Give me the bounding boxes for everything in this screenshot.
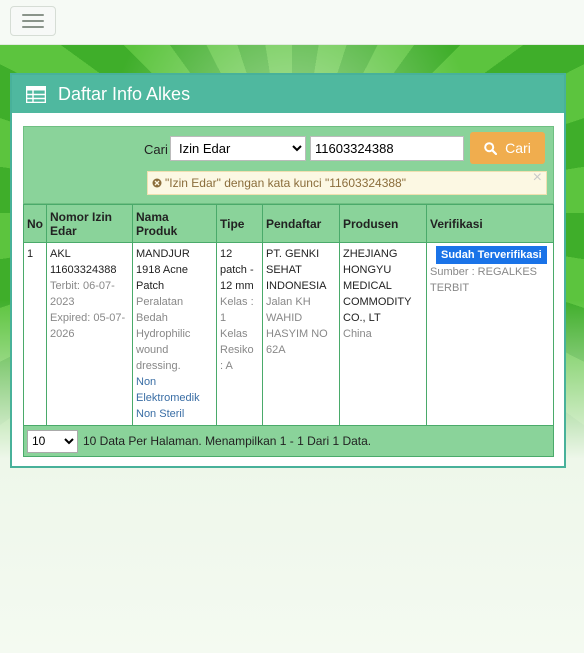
search-input[interactable] [310,136,464,161]
panel-title: Daftar Info Alkes [58,83,191,104]
alkes-table: No Nomor Izin Edar Nama Produk Tipe Pend… [23,204,554,426]
cell-nama-produk: MANDJUR 1918 Acne Patch Peralatan Bedah … [132,242,217,426]
search-button-label: Cari [505,140,531,156]
table-icon [26,85,46,103]
search-label: Cari [144,142,168,157]
pagination-bar: 10 10 Data Per Halaman. Menampilkan 1 - … [23,426,554,457]
expired-date: Expired: 05-07-2026 [50,312,126,340]
status-badge: Sudah Terverifikasi [436,246,547,264]
cell-produsen: ZHEJIANG HONGYU MEDICAL COMMODITY CO., L… [339,242,427,426]
registrant-address: Jalan KH WAHID HASYIM NO 62A [266,296,328,356]
terbit-date: Terbit: 06-07-2023 [50,280,115,308]
search-button[interactable]: Cari [470,132,545,164]
cell-tipe: 12 patch - 12 mm Kelas : 1 Kelas Resiko … [216,242,263,426]
close-alert-icon[interactable]: × [533,169,542,187]
hamburger-line [22,14,44,16]
product-description: Peralatan Bedah Hydrophilic wound dressi… [136,296,191,372]
panel-header: Daftar Info Alkes [12,75,564,113]
manufacturer-name: ZHEJIANG HONGYU MEDICAL COMMODITY CO., L… [343,248,412,324]
top-navbar [0,0,584,45]
col-header-tipe: Tipe [216,204,263,243]
product-class: Kelas : 1 [220,296,254,324]
col-header-no: No [23,204,47,243]
manufacturer-country: China [343,328,372,340]
pagination-summary: 10 Data Per Halaman. Menampilkan 1 - 1 D… [83,434,372,448]
col-header-verifikasi: Verifikasi [426,204,554,243]
menu-toggle-button[interactable] [10,6,56,36]
product-name: MANDJUR 1918 Acne Patch [136,248,190,292]
table-row: 1 AKL 11603324388 Terbit: 06-07-2023 Exp… [23,242,554,426]
registrant-name: PT. GENKI SEHAT INDONESIA [266,248,327,292]
risk-class: Kelas Resiko : A [220,328,254,372]
col-header-nomor-izin-edar: Nomor Izin Edar [46,204,133,243]
active-filter-alert: "Izin Edar" dengan kata kunci "116033243… [147,169,547,195]
panel-body: Cari Izin Edar Cari "Izin Edar" dengan k… [23,126,554,457]
hamburger-line [22,26,44,28]
cell-pendaftar: PT. GENKI SEHAT INDONESIA Jalan KH WAHID… [262,242,340,426]
active-filter-text: "Izin Edar" dengan kata kunci "116033243… [165,176,406,190]
remove-filter-icon[interactable] [152,178,162,188]
verification-source: Sumber : REGALKES TERBIT [430,266,537,294]
izin-edar-number: AKL 11603324388 [50,248,117,276]
search-icon [484,141,498,155]
product-type: 12 patch - 12 mm [220,248,254,292]
per-page-select[interactable]: 10 [27,429,78,453]
col-header-nama-produk: Nama Produk [132,204,217,243]
cell-verifikasi: Sudah Terverifikasi Sumber : REGALKES TE… [426,242,554,426]
cell-nomor-izin-edar: AKL 11603324388 Terbit: 06-07-2023 Expir… [46,242,133,426]
search-bar: Cari Izin Edar Cari "Izin Edar" dengan k… [23,126,554,204]
search-field-select[interactable]: Izin Edar [170,136,306,161]
product-category: Non Elektromedik Non Steril [136,376,200,420]
hamburger-line [22,20,44,22]
cell-no: 1 [23,242,47,426]
table-header-row: No Nomor Izin Edar Nama Produk Tipe Pend… [23,204,554,243]
info-alkes-panel: Daftar Info Alkes Cari Izin Edar Cari [10,73,566,468]
col-header-pendaftar: Pendaftar [262,204,340,243]
col-header-produsen: Produsen [339,204,427,243]
